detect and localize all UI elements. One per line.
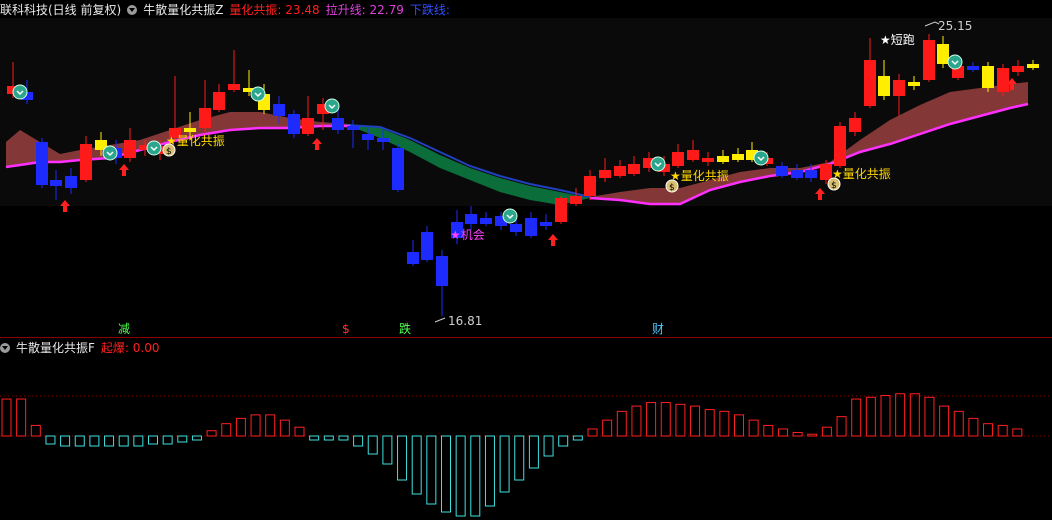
- oscillator-bar: [221, 423, 232, 437]
- oscillator-bar: [104, 435, 115, 447]
- oscillator-bar: [1, 398, 12, 437]
- oscillator-bar: [616, 410, 627, 437]
- oscillator-bar: [74, 435, 85, 447]
- oscillator-chart[interactable]: [0, 0, 1052, 520]
- oscillator-bar: [558, 435, 569, 447]
- oscillator-bar: [851, 398, 862, 437]
- oscillator-bar: [397, 435, 408, 481]
- oscillator-bar: [660, 402, 671, 437]
- oscillator-bar: [250, 414, 261, 437]
- oscillator-bar: [924, 396, 935, 437]
- oscillator-bar: [997, 424, 1008, 437]
- oscillator-bar: [294, 426, 305, 437]
- oscillator-bar: [16, 398, 27, 437]
- oscillator-bar: [909, 393, 920, 437]
- oscillator-bar: [411, 435, 422, 495]
- oscillator-bar: [631, 405, 642, 437]
- oscillator-bar: [499, 435, 510, 493]
- oscillator-bar: [587, 428, 598, 437]
- oscillator-bar: [470, 435, 481, 517]
- oscillator-bar: [528, 435, 539, 469]
- oscillator-bar: [484, 435, 495, 507]
- oscillator-bar: [792, 431, 803, 437]
- oscillator-bar: [353, 435, 364, 447]
- oscillator-bar: [514, 435, 525, 481]
- oscillator-bar: [807, 433, 818, 437]
- oscillator-bar: [646, 402, 657, 437]
- oscillator-bar: [719, 410, 730, 437]
- oscillator-bar: [1012, 428, 1023, 437]
- oscillator-bar: [191, 435, 202, 441]
- oscillator-bar: [777, 428, 788, 437]
- oscillator-bar: [279, 419, 290, 437]
- oscillator-bar: [323, 435, 334, 441]
- oscillator-bar: [763, 424, 774, 437]
- oscillator-bar: [602, 419, 613, 437]
- oscillator-bar: [148, 435, 158, 445]
- oscillator-bar: [748, 419, 759, 437]
- oscillator-bar: [880, 395, 891, 437]
- oscillator-bar: [206, 430, 217, 437]
- oscillator-bar: [983, 423, 994, 437]
- oscillator-bar: [704, 409, 715, 437]
- oscillator-bar: [177, 435, 188, 443]
- oscillator-bar: [426, 435, 437, 505]
- oscillator-bar: [367, 435, 378, 455]
- oscillator-bar: [865, 396, 876, 437]
- oscillator-bar: [235, 417, 246, 437]
- oscillator-bar: [455, 435, 466, 517]
- oscillator-bar: [309, 435, 320, 441]
- oscillator-bar: [45, 435, 56, 445]
- oscillator-bar: [118, 435, 129, 447]
- oscillator-bar: [30, 424, 41, 437]
- oscillator-bar: [836, 416, 847, 437]
- oscillator-bar: [734, 414, 744, 437]
- oscillator-bar: [133, 435, 144, 447]
- stock-chart-window: 联科科技(日线 前复权) 牛散量化共振Z 量化共振: 23.48 拉升线: 22.79…: [0, 0, 1052, 520]
- oscillator-bar: [821, 426, 832, 437]
- oscillator-bar: [953, 410, 964, 437]
- oscillator-bar: [543, 435, 554, 457]
- oscillator-bar: [265, 414, 276, 437]
- oscillator-bar: [338, 435, 349, 441]
- oscillator-bar: [441, 435, 451, 513]
- oscillator-bar: [89, 435, 100, 447]
- oscillator-bar: [675, 403, 686, 437]
- oscillator-bar: [572, 435, 583, 441]
- oscillator-bar: [162, 435, 173, 445]
- oscillator-bar: [968, 417, 979, 437]
- oscillator-bar: [895, 393, 906, 437]
- oscillator-bar: [690, 405, 701, 437]
- oscillator-bar: [60, 435, 71, 447]
- oscillator-bar: [382, 435, 393, 465]
- oscillator-bar: [939, 405, 950, 437]
